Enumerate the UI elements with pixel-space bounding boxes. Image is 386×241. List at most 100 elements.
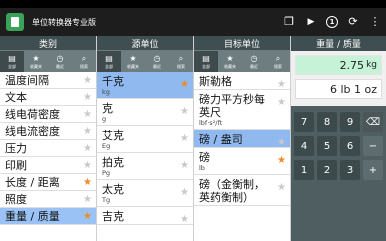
digit-key[interactable]: 5: [317, 136, 337, 156]
category-item[interactable]: 照度 ★: [0, 191, 96, 208]
digit-key[interactable]: 1: [294, 160, 314, 180]
source-unit-item[interactable]: 太克 Tg ★: [97, 180, 193, 207]
star-icon[interactable]: ★: [83, 75, 92, 86]
digit-key[interactable]: 7: [294, 112, 314, 132]
digit-key[interactable]: 4: [294, 136, 314, 156]
filter-all-button[interactable]: ▤ 全部: [97, 51, 121, 72]
play-icon[interactable]: ▶: [304, 15, 318, 29]
digit-key[interactable]: 9: [340, 112, 360, 132]
refresh-icon[interactable]: ⟳: [346, 15, 360, 29]
category-item[interactable]: 压力 ★: [0, 140, 96, 157]
star-icon[interactable]: ★: [180, 106, 189, 117]
input-value-field[interactable]: 2.75 kg: [295, 55, 382, 75]
category-item[interactable]: 长度 / 距离 ★: [0, 174, 96, 191]
copy-icon[interactable]: ❐: [282, 15, 296, 29]
category-label: 长度 / 距离: [5, 175, 60, 189]
unit-symbol: kg: [102, 88, 110, 96]
category-item[interactable]: 重量 / 质量 ★: [0, 208, 96, 225]
operator-key[interactable]: −: [363, 136, 383, 156]
category-item[interactable]: 线电荷密度 ★: [0, 106, 96, 123]
target-unit-item[interactable]: 磅力平方秒每英尺 lbf·s²/ft ★: [194, 90, 290, 130]
filter-search-button[interactable]: ⌕ 搜索: [266, 51, 290, 72]
filter-favorites-button[interactable]: ★ 收藏夹: [218, 51, 242, 72]
filter-search-button[interactable]: ⌕ 搜索: [169, 51, 193, 72]
filter-label: 全部: [202, 64, 210, 69]
category-list[interactable]: 温度间隔 ★ 文本 ★ 线电荷密度 ★ 线电流密度 ★ 压力 ★ 印刷 ★ 长度 / 距离 ★ 照度 ★ 重量 …: [0, 72, 96, 225]
star-icon[interactable]: ★: [180, 160, 189, 171]
unit-symbol: Tg: [102, 196, 111, 204]
badge-icon[interactable]: 1: [326, 16, 338, 28]
filter-favorites-button[interactable]: ★ 收藏夹: [24, 51, 48, 72]
filter-all-button[interactable]: ▤ 全部: [0, 51, 24, 72]
star-icon[interactable]: ★: [83, 143, 92, 154]
target-unit-item[interactable]: 斯勒格 ★: [194, 72, 290, 90]
source-filter-bar: ▤ 全部 ★ 收藏夹 ◷ 最近 ⌕ 搜索: [97, 51, 193, 72]
category-item[interactable]: 文本 ★: [0, 89, 96, 106]
digit-key[interactable]: 2: [317, 160, 337, 180]
target-unit-item[interactable]: 磅 lb ★: [194, 148, 290, 175]
star-icon[interactable]: ★: [277, 97, 286, 108]
filter-recent-button[interactable]: ◷ 最近: [48, 51, 72, 72]
more-icon[interactable]: ⋮: [368, 15, 382, 29]
input-value: 2.75: [339, 58, 365, 72]
app-logo-icon: [6, 13, 24, 31]
star-icon[interactable]: ★: [83, 126, 92, 137]
category-label: 温度间隔: [5, 73, 49, 87]
output-value: 6 lb 1 oz: [329, 82, 377, 96]
category-column: 类别 ▤ 全部 ★ 收藏夹 ◷ 最近 ⌕ 搜索 温度间隔 ★ 文本 ★ 线电荷密度 ★ 线电流密度 ★ 压力 ★…: [0, 36, 96, 241]
unit-symbol: lbf·s²/ft: [199, 119, 223, 127]
unit-name: 磅: [199, 151, 210, 164]
digit-key[interactable]: 6: [340, 136, 360, 156]
category-item[interactable]: 印刷 ★: [0, 157, 96, 174]
star-icon[interactable]: ★: [180, 133, 189, 144]
star-icon[interactable]: ★: [180, 79, 189, 90]
unit-name: 拍克: [102, 156, 124, 169]
target-unit-column: 目标单位 ▤ 全部 ★ 收藏夹 ◷ 最近 ⌕ 搜索 斯勒格 ★ 磅力平方秒每英尺 lbf·s²/ft…: [194, 36, 290, 241]
filter-favorites-button[interactable]: ★ 收藏夹: [121, 51, 145, 72]
source-unit-list[interactable]: 千克 kg ★ 克 g ★ 艾克 Eg ★ 拍克 Pg ★ 太克 Tg ★ 吉克 ★: [97, 72, 193, 225]
title-bar: 单位转换器专业版 ❐ ▶ 1 ⟳ ⋮: [0, 8, 386, 36]
star-icon: ★: [226, 54, 234, 63]
clock-icon: ◷: [250, 54, 258, 63]
category-item[interactable]: 温度间隔 ★: [0, 72, 96, 89]
source-unit-item[interactable]: 吉克 ★: [97, 207, 193, 225]
star-icon[interactable]: ★: [83, 92, 92, 103]
star-icon[interactable]: ★: [277, 137, 286, 148]
title-actions: ❐ ▶ 1 ⟳ ⋮: [282, 8, 382, 36]
source-unit-item[interactable]: 千克 kg ★: [97, 72, 193, 99]
filter-recent-button[interactable]: ◷ 最近: [242, 51, 266, 72]
target-filter-bar: ▤ 全部 ★ 收藏夹 ◷ 最近 ⌕ 搜索: [194, 51, 290, 72]
operator-key[interactable]: +: [363, 160, 383, 180]
target-unit-item[interactable]: 磅 / 盎司 ★: [194, 130, 290, 148]
star-icon[interactable]: ★: [277, 79, 286, 90]
category-label: 照度: [5, 192, 27, 206]
digit-key[interactable]: 3: [340, 160, 360, 180]
star-icon[interactable]: ★: [83, 177, 92, 188]
source-unit-item[interactable]: 艾克 Eg ★: [97, 126, 193, 153]
filter-label: 最近: [153, 64, 161, 69]
star-icon[interactable]: ★: [83, 160, 92, 171]
category-item[interactable]: 线电流密度 ★: [0, 123, 96, 140]
backspace-button[interactable]: ⌫: [363, 112, 383, 132]
filter-all-button[interactable]: ▤ 全部: [194, 51, 218, 72]
category-filter-bar: ▤ 全部 ★ 收藏夹 ◷ 最近 ⌕ 搜索: [0, 51, 96, 72]
target-unit-list[interactable]: 斯勒格 ★ 磅力平方秒每英尺 lbf·s²/ft ★ 磅 / 盎司 ★ 磅 lb ★ 磅（金衡制，英…: [194, 72, 290, 206]
source-unit-item[interactable]: 克 g ★: [97, 99, 193, 126]
status-bar: [0, 0, 386, 8]
category-label: 文本: [5, 90, 27, 104]
star-icon[interactable]: ★: [180, 187, 189, 198]
filter-recent-button[interactable]: ◷ 最近: [145, 51, 169, 72]
star-icon[interactable]: ★: [83, 194, 92, 205]
star-icon[interactable]: ★: [83, 109, 92, 120]
source-header: 源单位: [97, 36, 193, 51]
digit-key[interactable]: 8: [317, 112, 337, 132]
star-icon[interactable]: ★: [83, 211, 92, 222]
star-icon[interactable]: ★: [277, 155, 286, 166]
target-unit-item[interactable]: 磅（金衡制，英药衡制） ★: [194, 175, 290, 206]
star-icon: ★: [129, 54, 137, 63]
calculator-header: 重量 / 质量: [291, 36, 386, 51]
star-icon[interactable]: ★: [277, 182, 286, 193]
star-icon[interactable]: ★: [180, 214, 189, 225]
source-unit-item[interactable]: 拍克 Pg ★: [97, 153, 193, 180]
filter-search-button[interactable]: ⌕ 搜索: [72, 51, 96, 72]
